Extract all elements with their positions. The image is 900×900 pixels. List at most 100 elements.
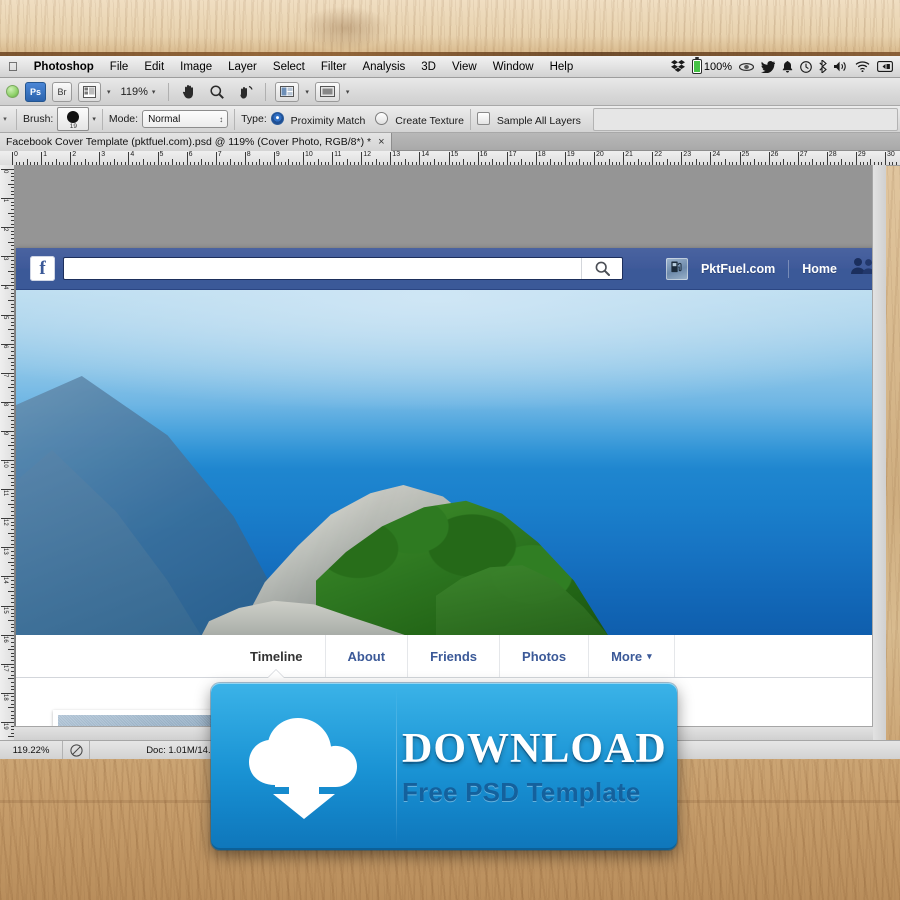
search-input[interactable] bbox=[64, 258, 581, 279]
facebook-logo-icon[interactable]: f bbox=[30, 256, 55, 281]
arrange-caret-icon[interactable]: ▾ bbox=[305, 88, 309, 96]
menu-item-select[interactable]: Select bbox=[265, 56, 313, 78]
zoom-tool-icon[interactable] bbox=[206, 82, 228, 102]
twitter-icon[interactable] bbox=[761, 60, 775, 73]
home-link[interactable]: Home bbox=[802, 262, 837, 276]
ruler-label-v: 7 bbox=[2, 373, 8, 378]
tab-about-label: About bbox=[347, 648, 386, 664]
wifi-icon[interactable] bbox=[855, 61, 870, 72]
menu-item-3d[interactable]: 3D bbox=[413, 56, 444, 78]
document-tab[interactable]: Facebook Cover Template (pktfuel.com).ps… bbox=[0, 133, 392, 151]
download-button[interactable]: DOWNLOAD Free PSD Template bbox=[211, 683, 677, 850]
download-subtitle: Free PSD Template bbox=[402, 777, 641, 807]
ruler-label-v: 12 bbox=[2, 519, 8, 526]
close-icon[interactable]: × bbox=[378, 136, 384, 148]
arrange-documents-button[interactable] bbox=[275, 81, 300, 102]
options-bar-grip[interactable]: ▾ bbox=[0, 115, 10, 123]
screen-mode-button[interactable] bbox=[314, 81, 340, 102]
menu-item-layer[interactable]: Layer bbox=[220, 56, 265, 78]
ruler-label-v: 8 bbox=[2, 402, 8, 407]
menu-item-view[interactable]: View bbox=[444, 56, 485, 78]
bluetooth-icon[interactable] bbox=[819, 60, 827, 73]
cover-photo[interactable] bbox=[16, 290, 886, 635]
hand-tool-icon[interactable] bbox=[178, 82, 200, 102]
status-zoom-field[interactable]: 119.22% bbox=[0, 741, 63, 759]
ruler-label: 5 bbox=[159, 151, 164, 158]
type-label: Type: bbox=[241, 113, 267, 125]
launch-bridge-button[interactable]: Br bbox=[52, 81, 73, 102]
tab-friends[interactable]: Friends bbox=[408, 635, 501, 677]
notification-bell-icon[interactable] bbox=[782, 60, 793, 73]
tab-photos[interactable]: Photos bbox=[500, 635, 590, 677]
download-button-text: DOWNLOAD Free PSD Template bbox=[396, 728, 677, 805]
rotate-view-tool-icon[interactable] bbox=[234, 82, 256, 102]
ruler-label: 24 bbox=[712, 151, 721, 158]
ruler-label: 2 bbox=[72, 151, 77, 158]
view-zoom-value: 119% bbox=[120, 85, 148, 98]
radio-proximity-match[interactable]: Proximity Match bbox=[270, 111, 365, 127]
menu-item-analysis[interactable]: Analysis bbox=[354, 56, 413, 78]
brush-preset-picker[interactable]: 19 bbox=[57, 107, 90, 131]
blend-mode-select[interactable]: Normal bbox=[142, 110, 229, 128]
ruler-label: 1 bbox=[43, 151, 47, 158]
launchpad-icon[interactable] bbox=[6, 85, 19, 98]
menu-item-edit[interactable]: Edit bbox=[136, 56, 172, 78]
facebook-search-bar[interactable] bbox=[63, 257, 623, 280]
photoshop-options-bar: ▾ Brush: 19 ▾ Mode: Normal Type: Proximi… bbox=[0, 106, 900, 133]
ruler-label-v: 18 bbox=[2, 693, 8, 701]
volume-icon[interactable] bbox=[834, 61, 848, 72]
battery-icon[interactable]: 100% bbox=[691, 57, 732, 74]
mini-bridge-caret-icon[interactable]: ▾ bbox=[107, 88, 111, 96]
profile-thumbnail-avatar[interactable] bbox=[665, 257, 688, 280]
ruler-tick-minor bbox=[895, 162, 897, 165]
screen-mode-caret-icon[interactable]: ▾ bbox=[346, 88, 350, 96]
search-icon[interactable] bbox=[581, 258, 622, 279]
brush-picker-caret-icon[interactable]: ▾ bbox=[92, 115, 96, 123]
ruler-label: 16 bbox=[479, 151, 488, 158]
ruler-label: 29 bbox=[857, 151, 866, 158]
photoshop-app-icon[interactable]: Ps bbox=[25, 81, 47, 102]
tab-more-label: More bbox=[611, 648, 643, 664]
time-machine-icon[interactable] bbox=[800, 60, 812, 73]
tab-friends-label: Friends bbox=[430, 648, 478, 664]
document-tab-bar: Facebook Cover Template (pktfuel.com).ps… bbox=[0, 133, 900, 151]
ruler-label-v: 17 bbox=[2, 664, 8, 672]
apple-icon[interactable]:  bbox=[8, 59, 18, 74]
menu-item-image[interactable]: Image bbox=[172, 56, 220, 78]
canvas-vertical-scrollbar[interactable] bbox=[872, 165, 886, 740]
brush-label: Brush: bbox=[23, 113, 54, 125]
chevron-down-icon: ▾ bbox=[647, 650, 652, 661]
menu-item-help[interactable]: Help bbox=[542, 56, 582, 78]
blend-mode-value: Normal bbox=[148, 113, 181, 125]
eye-fi-icon[interactable] bbox=[739, 62, 754, 72]
radio-create-texture[interactable]: Create Texture bbox=[375, 111, 464, 127]
tab-more[interactable]: More ▾ bbox=[589, 635, 675, 677]
tab-timeline[interactable]: Timeline bbox=[228, 635, 326, 677]
topbar-divider bbox=[788, 259, 790, 278]
menu-item-file[interactable]: File bbox=[102, 56, 137, 78]
input-source-icon[interactable] bbox=[877, 61, 893, 72]
tabbar-avatar-spacer bbox=[16, 635, 228, 677]
ruler-label: 9 bbox=[275, 151, 280, 158]
mini-bridge-button[interactable] bbox=[78, 81, 102, 102]
dropbox-icon[interactable] bbox=[670, 60, 685, 73]
view-zoom-dropdown[interactable]: 119% ▾ bbox=[117, 86, 160, 98]
brush-tip-preview bbox=[67, 111, 80, 123]
facebook-top-bar-right: PktFuel.com Home bbox=[665, 257, 876, 280]
ruler-label: 30 bbox=[887, 151, 895, 158]
profile-name-link[interactable]: PktFuel.com bbox=[701, 262, 775, 276]
checkbox-sample-all-layers[interactable]: Sample All Layers bbox=[476, 111, 581, 127]
ruler-label: 14 bbox=[421, 151, 430, 158]
ruler-label: 17 bbox=[508, 151, 517, 158]
brush-size-value: 19 bbox=[69, 123, 77, 130]
facebook-top-navigation-bar: f PktFuel.com Home bbox=[16, 248, 886, 290]
horizontal-ruler: 0 1 2 3 4 5 6 7 8 9 10 11 12 13 14 15 16 17 18 19 20 21 22 23 24… bbox=[0, 151, 900, 166]
tab-about[interactable]: About bbox=[326, 635, 409, 677]
ruler-label-v: 0 bbox=[2, 170, 8, 174]
gas-pump-icon bbox=[669, 259, 684, 279]
menu-item-window[interactable]: Window bbox=[485, 56, 542, 78]
menu-item-filter[interactable]: Filter bbox=[313, 56, 355, 78]
radio-proximity-match-indicator bbox=[270, 111, 284, 125]
proxy-preview-icon[interactable] bbox=[63, 741, 90, 759]
menu-item-photoshop[interactable]: Photoshop bbox=[26, 56, 102, 78]
